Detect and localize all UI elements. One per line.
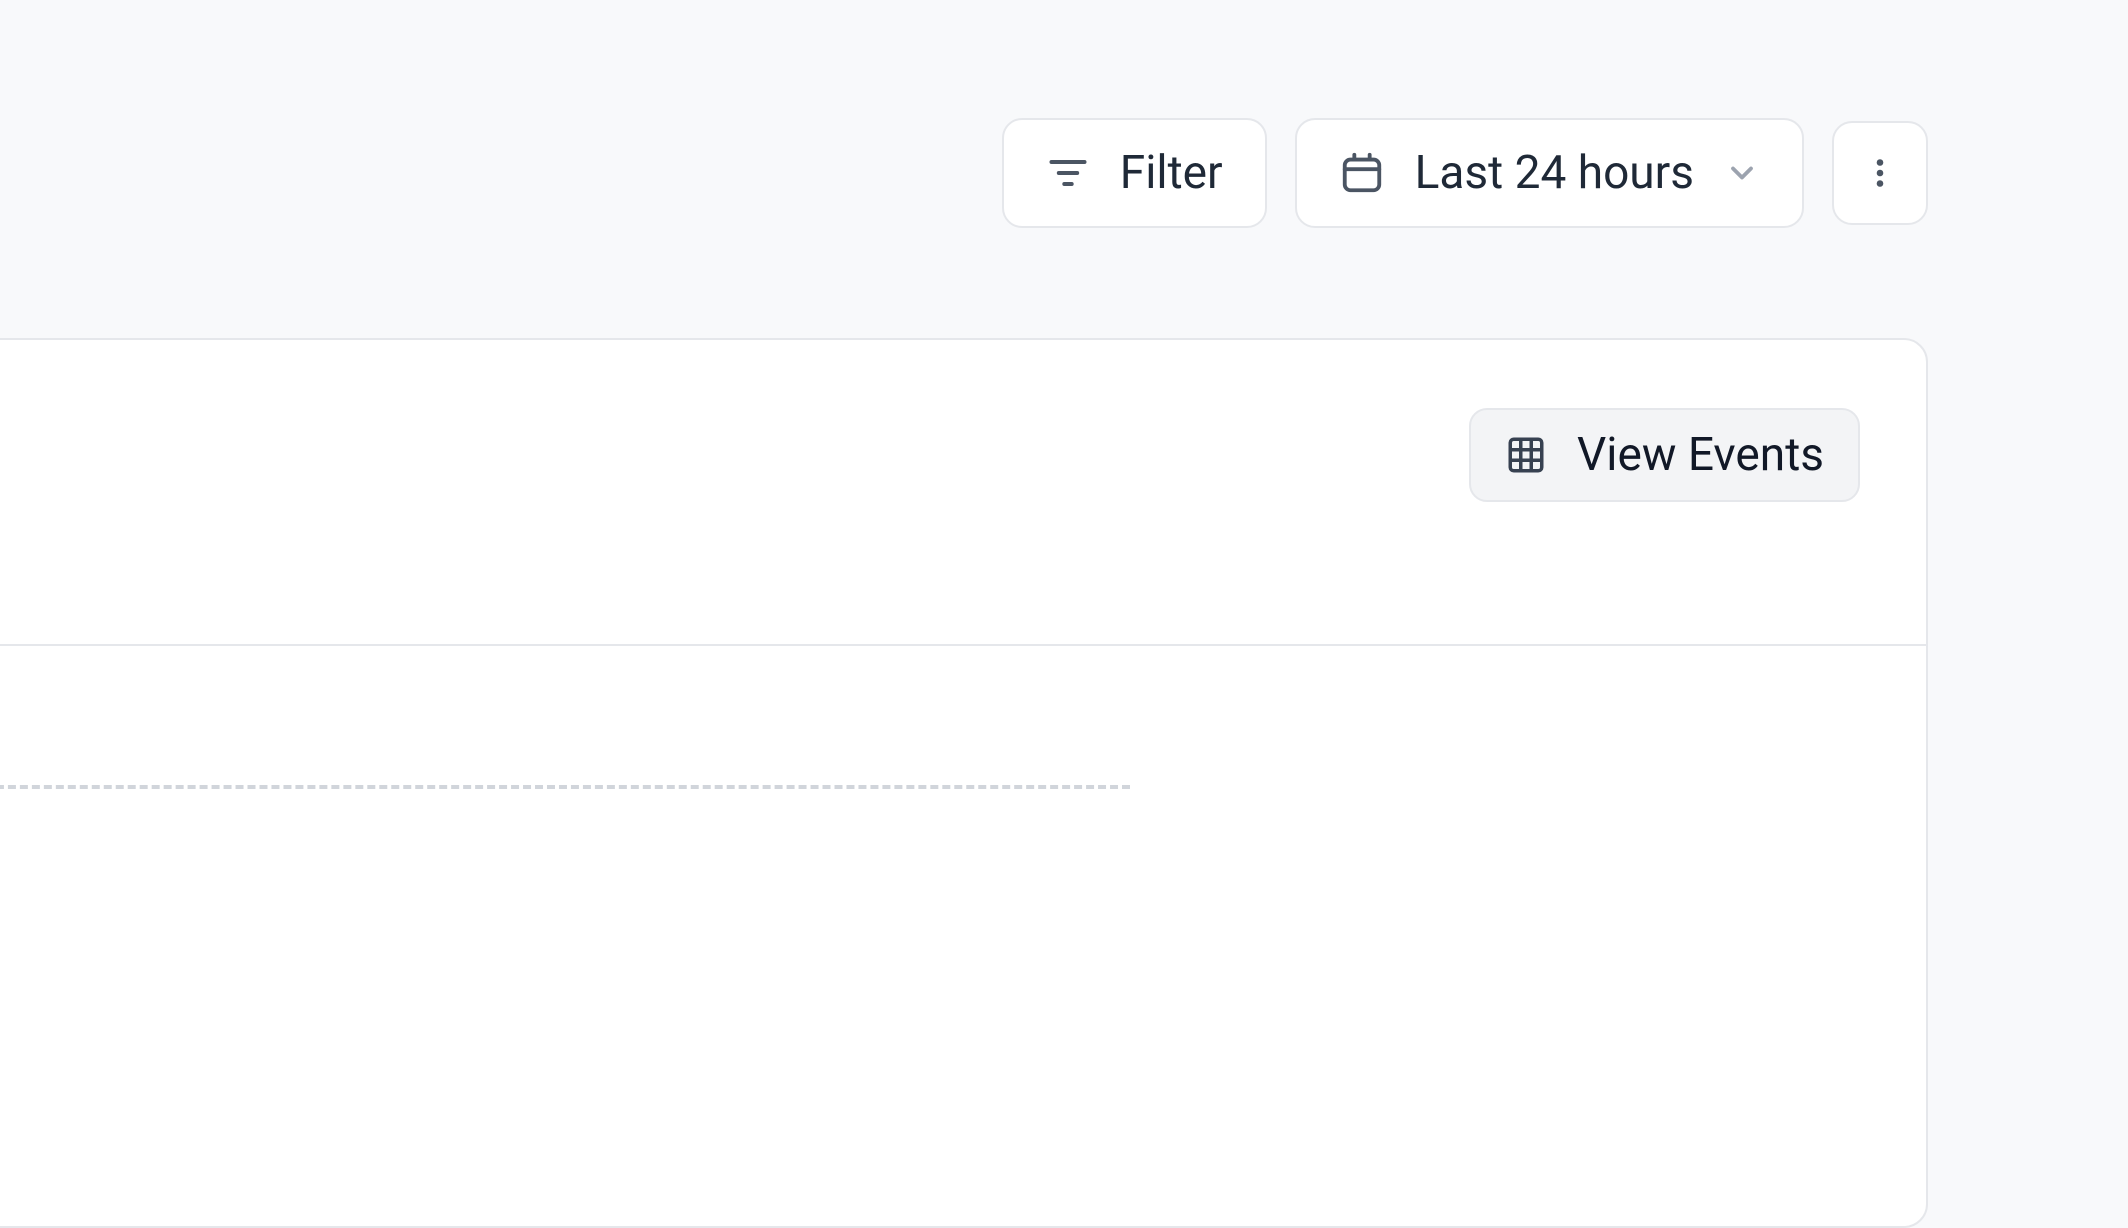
content-card: View Events [0, 338, 1928, 1228]
grid-icon [1505, 434, 1547, 476]
card-header: View Events [0, 340, 1926, 646]
toolbar: Filter Last 24 hours [0, 118, 2128, 228]
chevron-down-icon [1724, 155, 1760, 191]
view-events-button[interactable]: View Events [1469, 408, 1860, 502]
calendar-icon [1339, 150, 1385, 196]
time-range-button[interactable]: Last 24 hours [1295, 118, 1804, 228]
view-events-label: View Events [1577, 428, 1824, 482]
time-range-label: Last 24 hours [1415, 146, 1694, 200]
filter-icon [1046, 151, 1090, 195]
filter-button[interactable]: Filter [1002, 118, 1267, 228]
more-actions-button[interactable] [1832, 121, 1928, 225]
more-vertical-icon [1862, 149, 1898, 197]
chart-gridline [0, 785, 1130, 789]
filter-label: Filter [1120, 146, 1223, 200]
